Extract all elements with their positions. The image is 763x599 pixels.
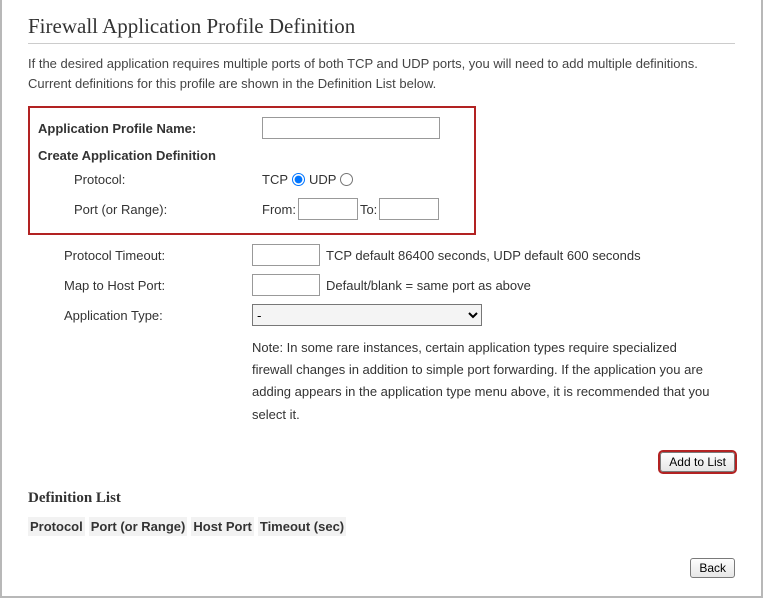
protocol-timeout-input[interactable]: [252, 244, 320, 266]
title-divider: [28, 43, 735, 44]
col-hostport: Host Port: [191, 517, 254, 536]
protocol-tcp-radio[interactable]: [292, 173, 305, 186]
protocol-udp-radio[interactable]: [340, 173, 353, 186]
port-from-label: From:: [262, 202, 296, 217]
port-to-label: To:: [360, 202, 377, 217]
port-range-label: Port (or Range):: [38, 202, 262, 217]
protocol-udp-label: UDP: [309, 172, 336, 187]
protocol-timeout-hint: TCP default 86400 seconds, UDP default 6…: [326, 248, 641, 263]
application-type-note: Note: In some rare instances, certain ap…: [252, 337, 712, 425]
application-type-label: Application Type:: [28, 308, 252, 323]
col-timeout: Timeout (sec): [258, 517, 346, 536]
profile-name-input[interactable]: [262, 117, 440, 139]
highlight-region: Application Profile Name: Create Applica…: [28, 106, 476, 235]
host-port-input[interactable]: [252, 274, 320, 296]
port-from-input[interactable]: [298, 198, 358, 220]
definition-table-header: Protocol Port (or Range) Host Port Timeo…: [28, 517, 735, 536]
intro-text: If the desired application requires mult…: [28, 54, 735, 94]
host-port-hint: Default/blank = same port as above: [326, 278, 531, 293]
application-type-select[interactable]: -: [252, 304, 482, 326]
profile-name-label: Application Profile Name:: [38, 121, 262, 136]
definition-list-heading: Definition List: [28, 490, 735, 507]
protocol-tcp-label: TCP: [262, 172, 288, 187]
port-to-input[interactable]: [379, 198, 439, 220]
create-definition-heading: Create Application Definition: [38, 148, 466, 163]
profile-form: Application Profile Name: Create Applica…: [28, 106, 735, 577]
host-port-label: Map to Host Port:: [28, 278, 252, 293]
back-button[interactable]: Back: [690, 558, 735, 578]
add-to-list-button[interactable]: Add to List: [660, 452, 735, 472]
col-port: Port (or Range): [89, 517, 188, 536]
protocol-timeout-label: Protocol Timeout:: [28, 248, 252, 263]
page-title: Firewall Application Profile Definition: [28, 14, 735, 39]
protocol-label: Protocol:: [38, 172, 262, 187]
col-protocol: Protocol: [28, 517, 85, 536]
